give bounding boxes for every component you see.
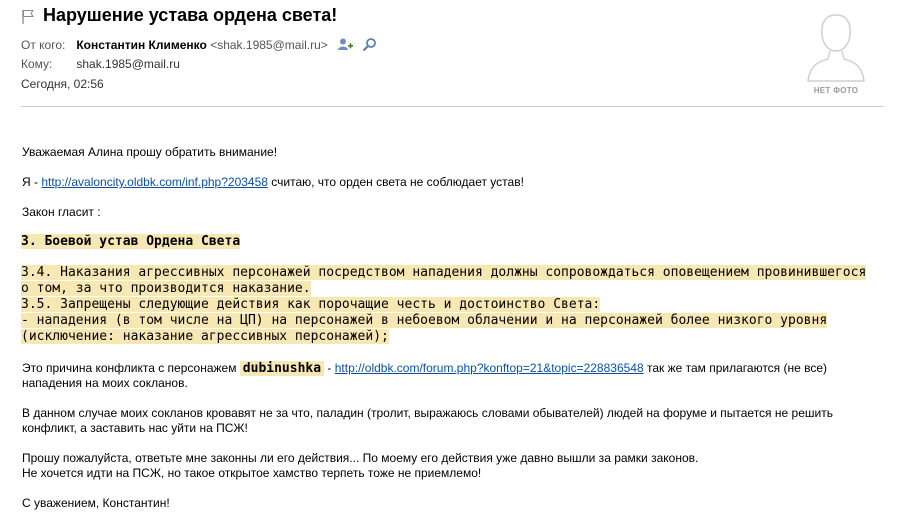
avatar-silhouette-icon [807, 14, 865, 82]
no-photo-avatar: НЕТ ФОТО [804, 9, 868, 97]
flag-icon[interactable] [21, 9, 35, 25]
forum-link[interactable]: http://oldbk.com/forum.php?konftop=21&to… [335, 361, 644, 375]
rule-line-4: - нападения (в том числе на ЦП) на персо… [21, 313, 828, 328]
rule-title: 3. Боевой устав Ордена Света [21, 234, 241, 250]
case-line-1: В данном случае моих сокланов кровавят н… [22, 406, 833, 420]
conflict-line-2: нападения на моих сокланов. [22, 376, 188, 390]
paragraph-1-start: Я - [22, 175, 42, 189]
avatar-caption: НЕТ ФОТО [813, 86, 859, 95]
conflict-text-end: так же там прилагаются (не все) [643, 361, 828, 375]
search-icon[interactable] [362, 37, 377, 52]
sender-name[interactable]: Константин Клименко [76, 38, 207, 52]
message-date: Сегодня, 02:56 [21, 77, 104, 91]
date-row: Сегодня, 02:56 [21, 77, 104, 91]
character-nick: dubinushka [239, 361, 325, 376]
inf-link[interactable]: http://avaloncity.oldbk.com/inf.php?2034… [41, 175, 268, 189]
rule-line-3: 3.5. Запрещены следующие действия как по… [21, 297, 601, 312]
rule-line: 3.4. Наказания агрессивных персонажей по… [21, 265, 867, 281]
to-row: Кому: shak.1985@mail.ru [21, 57, 180, 71]
rule-line-2: о том, за что производится наказание. [21, 281, 311, 296]
paragraph-1: Я - http://avaloncity.oldbk.com/inf.php?… [22, 175, 524, 190]
to-label: Кому: [21, 57, 53, 71]
from-label: От кого: [21, 38, 66, 52]
sender-email[interactable]: <shak.1985@mail.ru> [210, 38, 328, 52]
paragraph-1-end: считаю, что орден света не соблюдает уст… [267, 175, 524, 189]
greeting: Уважаемая Алина прошу обратить внимание! [22, 145, 278, 159]
message-subject: Нарушение устава ордена света! [43, 5, 338, 25]
case-line-2: конфликт, а заставить нас уйти на ПСЖ! [22, 421, 248, 435]
conflict-text-start: Это причина конфликта с персонажем [22, 361, 240, 375]
rule-line: 3.5. Запрещены следующие действия как по… [21, 297, 601, 313]
signature: С уважением, Константин! [22, 496, 170, 510]
rule-line-1: 3.4. Наказания агрессивных персонажей по… [21, 265, 867, 280]
conflict-paragraph: Это причина конфликта с персонажем dubin… [22, 361, 827, 376]
law-intro: Закон гласит : [22, 205, 101, 219]
rule-line: (исключение: наказание агрессивных персо… [21, 329, 389, 345]
rule-title-text: 3. Боевой устав Ордена Света [21, 234, 241, 249]
ask-line-1: Прошу пожалуйста, ответьте мне законны л… [22, 451, 699, 465]
rule-line-5: (исключение: наказание агрессивных персо… [21, 329, 389, 344]
recipient-email[interactable]: shak.1985@mail.ru [76, 57, 180, 71]
rule-line: - нападения (в том числе на ЦП) на персо… [21, 313, 828, 329]
header-divider [21, 106, 884, 107]
from-row: От кого: Константин Клименко <shak.1985@… [21, 37, 377, 52]
rule-line: о том, за что производится наказание. [21, 281, 311, 297]
conflict-dash: - [324, 361, 335, 375]
message-header: Нарушение устава ордена света! От кого: … [0, 0, 919, 108]
ask-line-2: Не хочется идти на ПСЖ, но такое открыто… [22, 466, 482, 480]
add-contact-icon[interactable] [337, 37, 354, 52]
